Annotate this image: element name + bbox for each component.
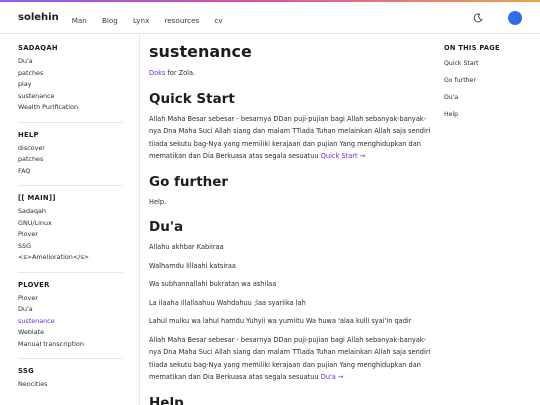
table-of-contents: ON THIS PAGE Quick Start Go further Du'a… — [444, 44, 534, 128]
toc-item-help[interactable]: Help — [444, 111, 534, 118]
dua-line: Wa subhannallahi bukratan wa ashilaa — [149, 280, 277, 288]
toc-title: ON THIS PAGE — [444, 44, 500, 52]
sidebar-item-gnu-linux[interactable]: GNU/Linux — [18, 218, 123, 230]
sidebar-item-manual-transcription[interactable]: Manual transcription — [18, 339, 123, 351]
nav-lynx[interactable]: Lynx — [133, 16, 149, 25]
sidebar-item-patches[interactable]: patches — [18, 68, 123, 80]
toc-item-go-further[interactable]: Go further — [444, 77, 534, 84]
nav-man[interactable]: Man — [72, 16, 87, 25]
dua-link[interactable]: Du'a → — [321, 373, 344, 381]
sidebar-item-amelioration[interactable]: <s>Amelioration</s> — [18, 252, 123, 264]
main-nav: Man Blog Lynx resources cv — [72, 8, 233, 27]
sidebar-section-title: PLOVER — [18, 280, 50, 289]
go-further-text: Help. — [149, 197, 167, 206]
sidebar-section-help: HELP discover patches FAQ — [18, 130, 123, 186]
sidebar-item-neocities[interactable]: Neocities — [18, 379, 123, 391]
sidebar-section-plover: PLOVER Plover Du'a sustenance Weblate Ma… — [18, 280, 123, 359]
sidebar-item-discover[interactable]: discover — [18, 143, 123, 155]
sidebar-item-ssg[interactable]: SSG — [18, 241, 123, 253]
sidebar-item-plover[interactable]: Plover — [18, 229, 123, 241]
sidebar-section-title: SSG — [18, 367, 34, 375]
heading-dua: Du'a — [149, 219, 184, 235]
sidebar-item-sustenance-active[interactable]: sustenance — [18, 316, 123, 328]
dua-text: Allah Maha Besar sebesar - besarnya DDan… — [149, 335, 431, 382]
doks-link[interactable]: Doks — [149, 69, 165, 77]
sidebar-item-plover[interactable]: Plover — [18, 293, 123, 305]
dua-paragraph: Allah Maha Besar sebesar - besarnya DDan… — [149, 334, 434, 384]
toc-item-dua[interactable]: Du'a — [444, 94, 534, 101]
chat-bubble-icon[interactable] — [508, 10, 522, 25]
quick-start-link[interactable]: Quick Start → — [321, 152, 365, 160]
dua-line: Allahu akhbar Kabiiraa — [149, 243, 224, 251]
dua-line: Walhamdu lillaahi katsiraa — [149, 261, 236, 270]
intro-text: for Zola. — [165, 69, 196, 77]
heading-quick-start: Quick Start — [149, 90, 235, 107]
moon-icon[interactable] — [472, 12, 484, 24]
sidebar-item-wealth-purification[interactable]: Wealth Purification — [18, 102, 123, 114]
heading-go-further: Go further — [149, 173, 229, 190]
sidebar-item-weblate[interactable]: Weblate — [18, 327, 123, 339]
intro-paragraph: Doks for Zola. — [149, 67, 434, 80]
header-actions — [472, 10, 522, 25]
sidebar-item-faq[interactable]: FAQ — [18, 166, 123, 178]
sidebar-section-ssg: SSG Neocities — [18, 367, 123, 399]
sidebar-item-sustenance[interactable]: sustenance — [18, 91, 123, 103]
docs-sidebar: SADAQAH Du'a patches play sustenance Wea… — [0, 34, 140, 405]
sidebar-item-play[interactable]: play — [18, 79, 123, 91]
quick-start-text: Allah Maha Besar sebesar - besarnya DDan… — [149, 114, 431, 161]
dua-line: Lahul mulku wa lahul hamdu Yuhyii wa yum… — [149, 317, 412, 325]
sidebar-item-patches[interactable]: patches — [18, 154, 123, 166]
sidebar-item-dua[interactable]: Du'a — [18, 304, 123, 316]
sidebar-item-sadaqah[interactable]: Sadaqah — [18, 206, 123, 218]
sidebar-section-title: SADAQAH — [18, 44, 58, 52]
page-title: sustenance — [149, 42, 252, 61]
toc-item-quick-start[interactable]: Quick Start — [444, 60, 534, 67]
quick-start-paragraph: Allah Maha Besar sebesar - besarnya DDan… — [149, 113, 434, 163]
site-brand[interactable]: solehin — [18, 12, 59, 23]
nav-resources[interactable]: resources — [164, 16, 199, 25]
sidebar-section-main: [[ MAIN]] Sadaqah GNU/Linux Plover SSG <… — [18, 194, 123, 273]
nav-cv[interactable]: cv — [214, 16, 222, 25]
nav-blog[interactable]: Blog — [102, 16, 118, 25]
dua-line: La ilaaha illallaahuu Wahdahuu ;laa syar… — [149, 298, 306, 307]
sidebar-item-dua[interactable]: Du'a — [18, 56, 123, 68]
sidebar-section-sadaqah: SADAQAH Du'a patches play sustenance Wea… — [18, 44, 123, 123]
heading-help: Help — [149, 394, 184, 405]
main-content: sustenance Doks for Zola. Quick Start Al… — [149, 34, 434, 405]
sidebar-section-title: HELP — [18, 130, 39, 139]
top-navbar: solehin Man Blog Lynx resources cv — [0, 2, 540, 34]
sidebar-section-title: [[ MAIN]] — [18, 194, 56, 202]
